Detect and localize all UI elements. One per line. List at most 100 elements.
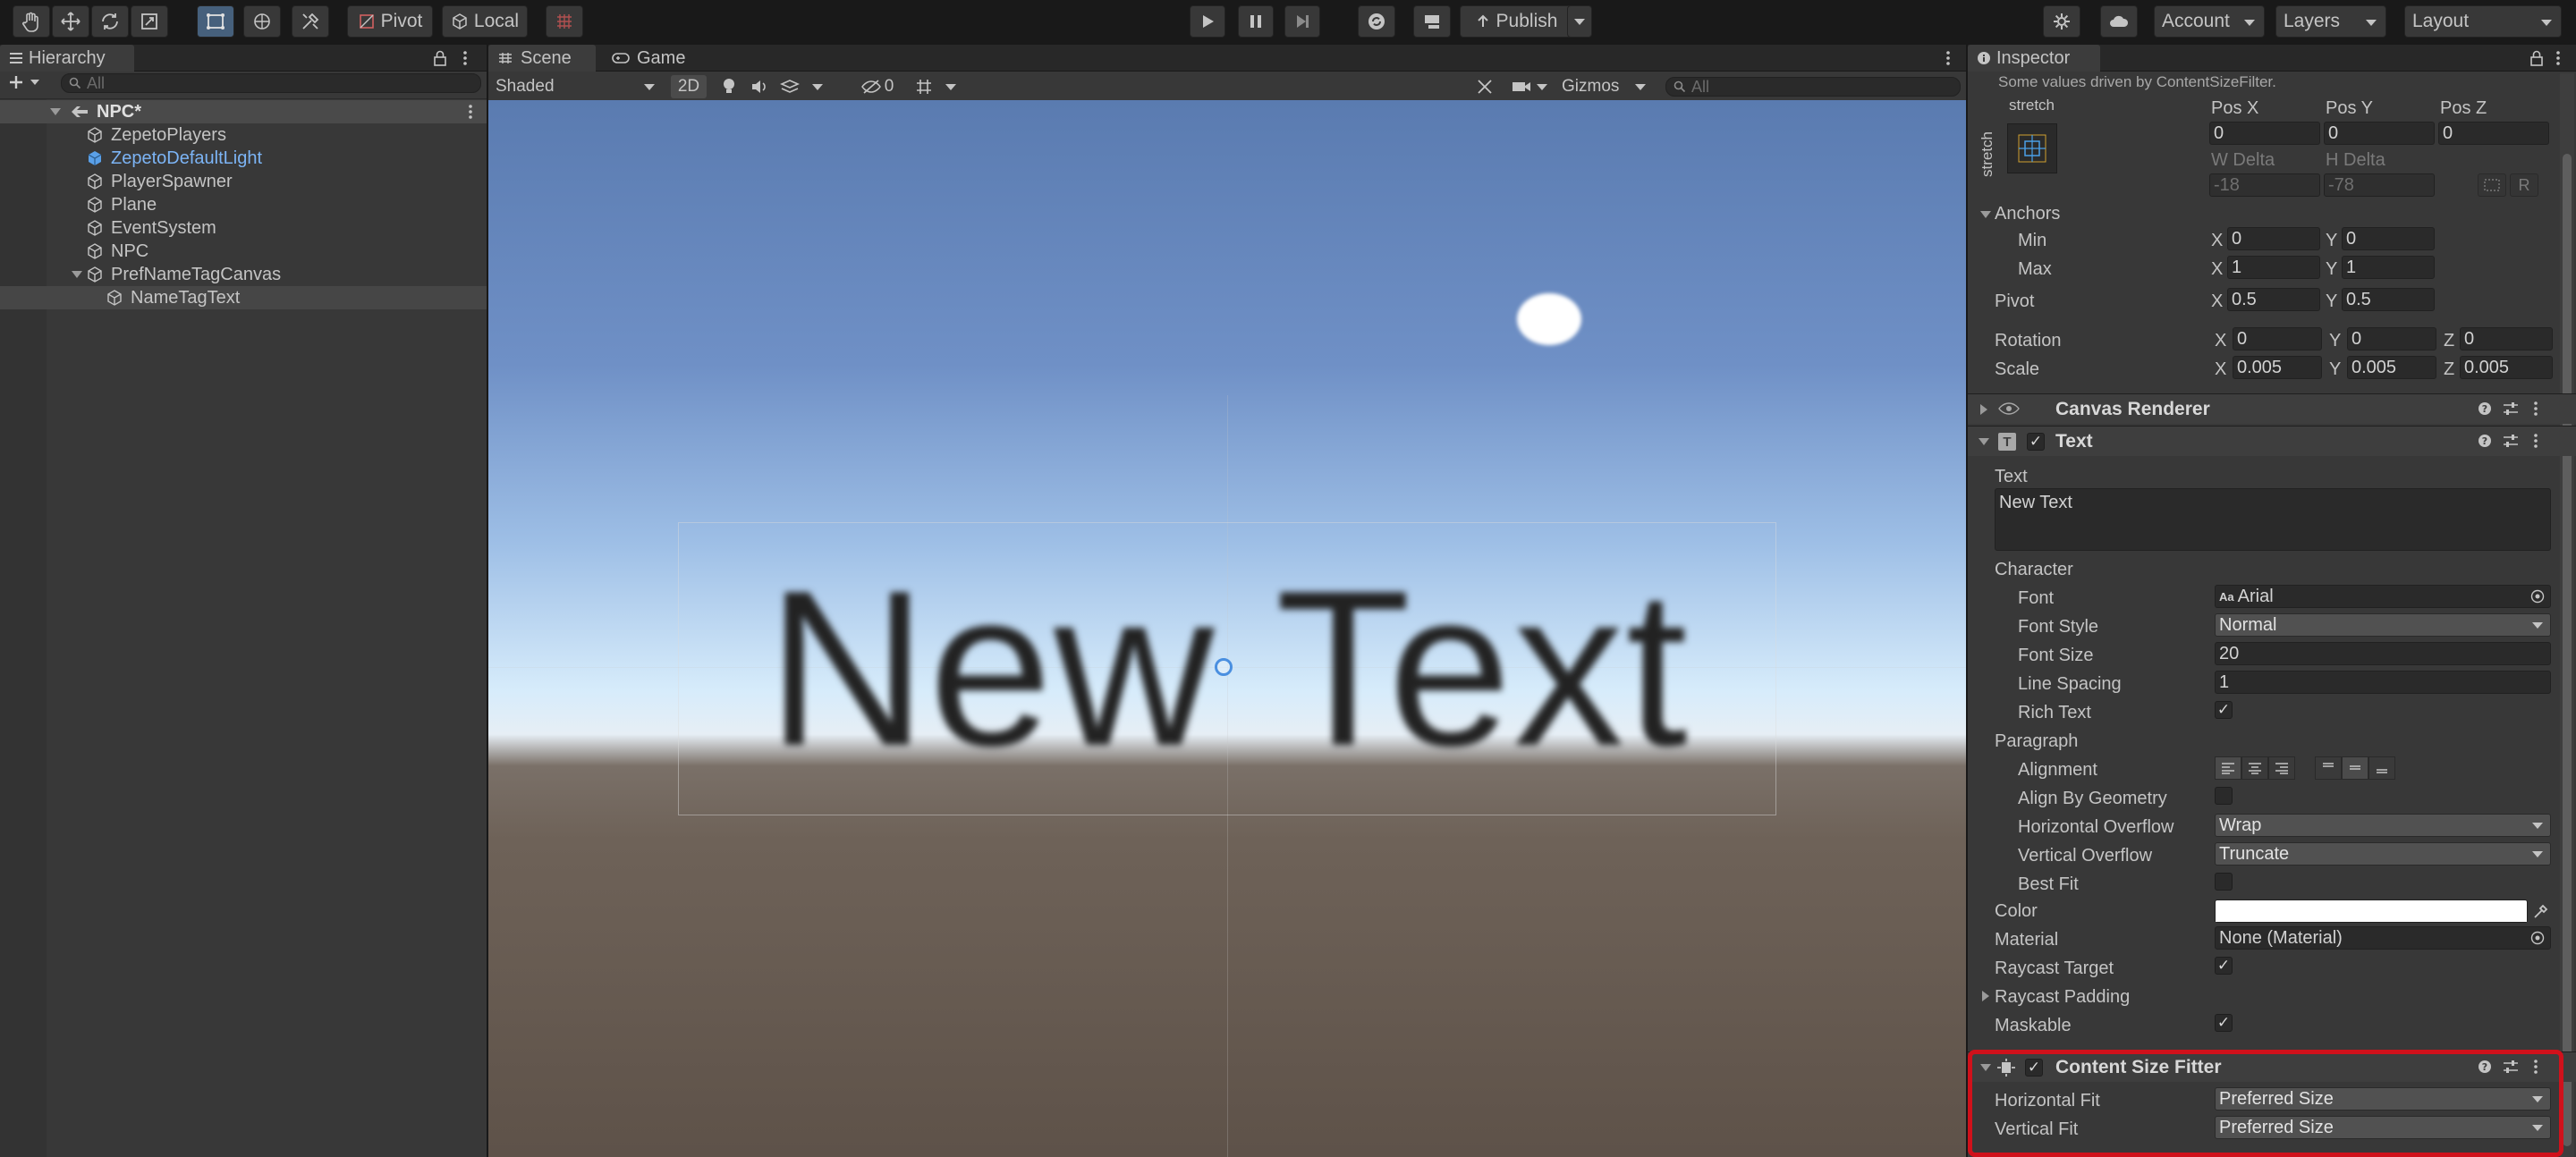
gizmos-dropdown[interactable]: Gizmos [1558, 75, 1651, 98]
content-size-fitter-header[interactable]: ✓ Content Size Fitter ? [1968, 1051, 2576, 1082]
lock-icon[interactable] [433, 50, 447, 66]
more-vertical-icon[interactable] [467, 104, 474, 120]
tab-game[interactable]: Game [603, 45, 701, 72]
rotate-tool-button[interactable] [91, 5, 129, 38]
vertical-fit-dropdown[interactable]: Preferred Size [2215, 1116, 2551, 1139]
scene-viewport[interactable]: New Text [488, 100, 1966, 1157]
hierarchy-item-eventsystem[interactable]: EventSystem [86, 216, 216, 240]
more-vertical-icon[interactable] [2533, 401, 2538, 417]
pivot-y-field[interactable]: 0.5 [2342, 288, 2435, 311]
text-content-area[interactable]: New Text [1995, 488, 2551, 551]
rotation-z-field[interactable]: 0 [2460, 327, 2553, 350]
vertical-overflow-dropdown[interactable]: Truncate [2215, 842, 2551, 866]
custom-tool-button[interactable] [292, 5, 329, 38]
scene-search[interactable]: All [1665, 77, 1961, 97]
pivot-handle[interactable] [1215, 658, 1233, 676]
preset-sliders-icon[interactable] [2503, 1060, 2519, 1074]
more-vertical-icon[interactable] [2555, 50, 2562, 66]
pos-y-field[interactable]: 0 [2324, 122, 2435, 145]
rotation-y-field[interactable]: 0 [2347, 327, 2436, 350]
account-dropdown[interactable]: Account [2154, 5, 2265, 38]
publish-dropdown[interactable] [1567, 5, 1592, 38]
toggle-2d-button[interactable]: 2D [671, 75, 707, 98]
hand-tool-button[interactable] [13, 5, 50, 38]
maskable-checkbox[interactable]: ✓ [2215, 1014, 2233, 1032]
help-icon[interactable]: ? [2478, 434, 2492, 448]
lighting-toggle[interactable] [716, 75, 742, 98]
lock-icon[interactable] [2529, 50, 2544, 66]
rotation-x-field[interactable]: 0 [2233, 327, 2322, 350]
publish-button[interactable]: Publish [1460, 5, 1572, 38]
grid-dropdown[interactable] [907, 75, 964, 98]
scale-tool-button[interactable] [131, 5, 168, 38]
audio-toggle[interactable] [746, 75, 773, 98]
object-picker-icon[interactable] [2530, 931, 2545, 945]
max-y-field[interactable]: 1 [2342, 256, 2435, 279]
effects-dropdown[interactable] [780, 75, 823, 98]
anchors-fold-icon[interactable] [1980, 211, 1991, 218]
max-x-field[interactable]: 1 [2227, 256, 2320, 279]
hierarchy-item-nametagtext[interactable]: NameTagText [106, 286, 240, 309]
hidden-objects-toggle[interactable]: 0 [855, 75, 900, 98]
tab-inspector[interactable]: Inspector [1968, 45, 2100, 72]
more-vertical-icon[interactable] [2533, 1059, 2538, 1075]
hierarchy-item-prefnametagcanvas[interactable]: PrefNameTagCanvas [72, 263, 281, 286]
raycast-target-checkbox[interactable]: ✓ [2215, 957, 2233, 975]
cloud-button[interactable] [2100, 5, 2138, 38]
expand-arrow-icon[interactable] [72, 271, 82, 278]
align-left-button[interactable] [2215, 756, 2241, 780]
align-bottom-button[interactable] [2368, 756, 2395, 780]
pause-button[interactable] [1238, 5, 1274, 38]
color-swatch[interactable] [2215, 899, 2528, 923]
collapse-arrow-icon[interactable] [1979, 438, 1989, 445]
align-top-button[interactable] [2315, 756, 2342, 780]
services-button[interactable] [2043, 5, 2080, 38]
horizontal-fit-dropdown[interactable]: Preferred Size [2215, 1087, 2551, 1111]
grid-snap-button[interactable] [546, 5, 583, 38]
device-button[interactable] [1413, 5, 1451, 38]
scale-z-field[interactable]: 0.005 [2460, 356, 2553, 379]
pos-x-field[interactable]: 0 [2209, 122, 2320, 145]
create-button[interactable] [7, 73, 39, 91]
font-size-field[interactable]: 20 [2215, 642, 2551, 665]
object-picker-icon[interactable] [2530, 589, 2545, 604]
hierarchy-search[interactable]: All [61, 73, 481, 93]
help-icon[interactable]: ? [2478, 401, 2492, 416]
scale-x-field[interactable]: 0.005 [2233, 356, 2322, 379]
camera-dropdown[interactable] [1508, 75, 1551, 98]
move-tool-button[interactable] [52, 5, 89, 38]
local-toggle[interactable]: Local [442, 5, 528, 38]
horizontal-overflow-dropdown[interactable]: Wrap [2215, 814, 2551, 837]
rich-text-checkbox[interactable]: ✓ [2215, 701, 2233, 719]
tab-hierarchy[interactable]: Hierarchy [0, 45, 134, 72]
transform-tool-button[interactable] [243, 5, 281, 38]
canvas-renderer-header[interactable]: Canvas Renderer ? [1968, 393, 2576, 424]
text-enabled-checkbox[interactable]: ✓ [2027, 433, 2045, 451]
content-size-fitter-enabled-checkbox[interactable]: ✓ [2025, 1059, 2043, 1077]
tools-overlay-button[interactable] [1472, 75, 1497, 98]
align-middle-button[interactable] [2342, 756, 2368, 780]
panel-divider[interactable] [487, 45, 488, 1157]
pos-z-field[interactable]: 0 [2438, 122, 2549, 145]
expand-arrow-icon[interactable] [1980, 404, 1987, 415]
hierarchy-item-npc[interactable]: NPC [86, 240, 148, 263]
raycast-padding-fold-icon[interactable] [1982, 991, 1989, 1001]
play-button[interactable] [1190, 5, 1225, 38]
line-spacing-field[interactable]: 1 [2215, 671, 2551, 694]
sync-button[interactable] [1358, 5, 1395, 38]
raycast-padding-label[interactable]: Raycast Padding [1995, 987, 2130, 1008]
min-x-field[interactable]: 0 [2227, 227, 2320, 250]
align-center-button[interactable] [2241, 756, 2268, 780]
font-style-dropdown[interactable]: Normal [2215, 613, 2551, 637]
rect-tool-button[interactable] [197, 5, 234, 38]
pivot-x-field[interactable]: 0.5 [2227, 288, 2320, 311]
font-field[interactable]: Aa Arial [2215, 585, 2551, 608]
layout-dropdown[interactable]: Layout [2404, 5, 2562, 38]
pivot-toggle[interactable]: Pivot [347, 5, 433, 38]
inspector-scrollbar[interactable] [2560, 73, 2574, 1157]
anchor-preset-button[interactable] [2007, 123, 2057, 173]
more-vertical-icon[interactable] [462, 50, 469, 66]
align-by-geometry-checkbox[interactable] [2215, 787, 2233, 805]
scene-root[interactable]: NPC* [50, 100, 141, 123]
align-right-button[interactable] [2268, 756, 2295, 780]
